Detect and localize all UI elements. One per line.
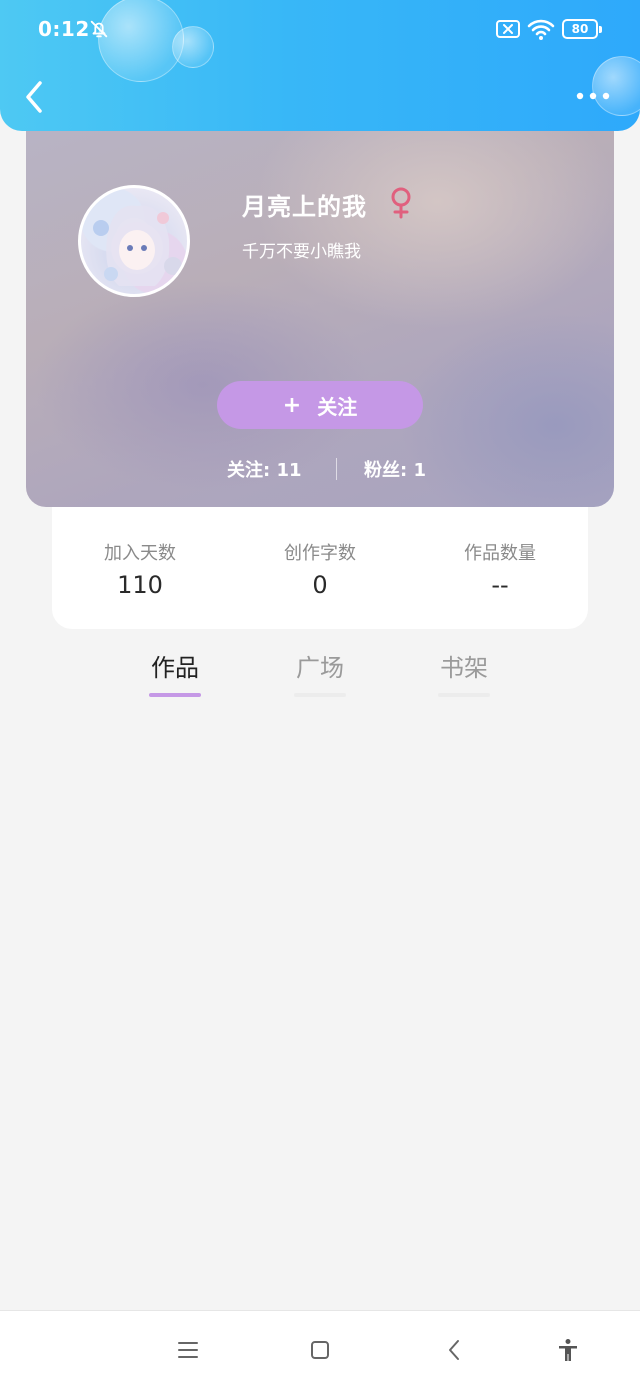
stat-join-days: 加入天数 110	[60, 539, 220, 599]
tab-indicator-active	[149, 693, 201, 697]
follow-button[interactable]: + 关注	[217, 381, 423, 429]
no-sim-icon	[496, 20, 520, 38]
wifi-icon	[527, 19, 555, 40]
tab-bookshelf[interactable]: 书架	[434, 648, 494, 697]
tab-indicator	[438, 693, 490, 697]
divider	[336, 458, 337, 480]
accessibility-icon[interactable]	[556, 1338, 580, 1362]
female-gender-icon	[391, 187, 411, 219]
plus-icon: +	[282, 392, 302, 418]
nav-back-icon[interactable]	[443, 1338, 467, 1362]
signature: 千万不要小瞧我	[242, 242, 361, 262]
decorative-bubble	[172, 26, 214, 68]
recent-apps-icon[interactable]	[176, 1338, 200, 1362]
following-count[interactable]: 关注: 11	[227, 456, 302, 482]
stat-value: 0	[312, 571, 328, 599]
back-button[interactable]	[20, 78, 50, 116]
avatar[interactable]	[78, 185, 190, 297]
bell-off-icon	[90, 20, 108, 38]
follow-label: 关注	[317, 394, 358, 419]
fans-count[interactable]: 粉丝: 1	[364, 456, 426, 482]
home-icon[interactable]	[308, 1338, 332, 1362]
stat-value: --	[491, 571, 509, 599]
status-time: 0:12	[38, 17, 90, 41]
header-bar: 0:12 80	[0, 0, 640, 131]
tab-works[interactable]: 作品	[145, 648, 205, 697]
decorative-bubble	[592, 56, 640, 116]
nickname: 月亮上的我	[242, 193, 367, 221]
tab-indicator	[294, 693, 346, 697]
tab-square[interactable]: 广场	[290, 648, 350, 697]
system-nav-bar	[0, 1310, 640, 1387]
stat-label: 加入天数	[104, 543, 176, 564]
stat-word-count: 创作字数 0	[240, 539, 400, 599]
stats-card: 加入天数 110 创作字数 0 作品数量 --	[52, 497, 588, 629]
profile-card: 月亮上的我 千万不要小瞧我 + 关注 关注: 11 粉丝: 1	[26, 100, 614, 507]
stat-label: 作品数量	[464, 543, 536, 564]
tab-label: 广场	[296, 654, 344, 682]
tab-label: 作品	[151, 654, 199, 682]
decorative-bubble	[98, 0, 184, 82]
stat-label: 创作字数	[284, 543, 356, 564]
more-options-icon[interactable]	[574, 88, 614, 104]
avatar-illustration	[93, 205, 182, 286]
stat-value: 110	[117, 571, 163, 599]
battery-indicator: 80	[562, 19, 602, 39]
follow-counts: 关注: 11 粉丝: 1	[26, 456, 614, 482]
stat-works-count: 作品数量 --	[420, 539, 580, 599]
tab-label: 书架	[440, 654, 488, 682]
